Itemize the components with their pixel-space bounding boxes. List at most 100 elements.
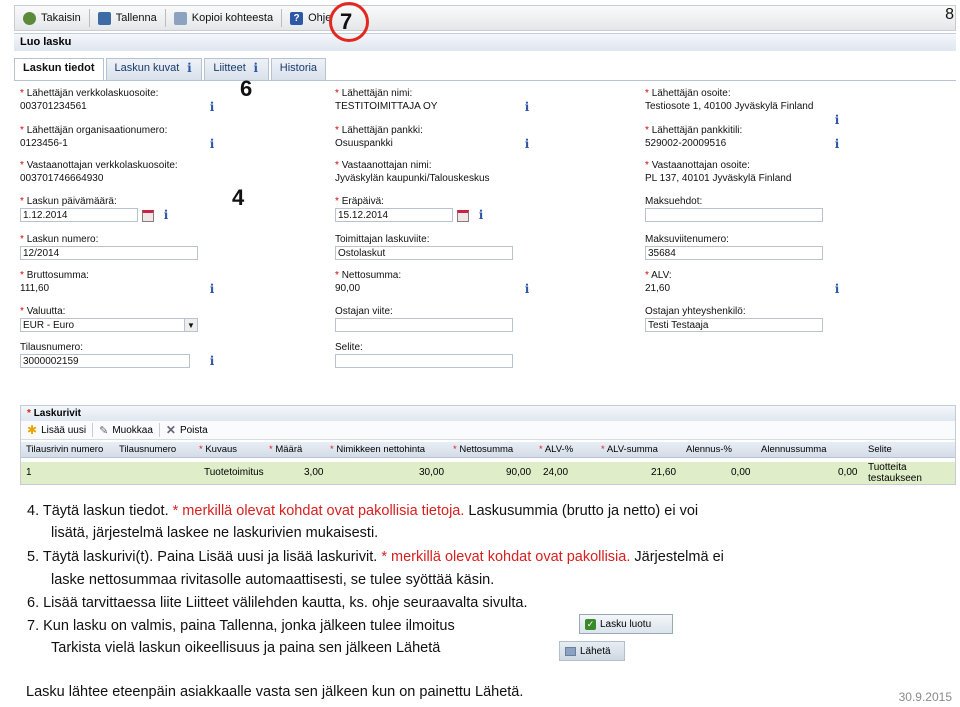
recipient-address-field: * Vastaanottajan osoite: PL 137, 40101 J… [645,160,835,186]
back-button[interactable]: Takaisin [15,7,89,29]
column-header[interactable]: * Määrä [269,444,302,455]
sender-address-value: Testiosote 1, 40100 Jyväskylä Finland [645,101,814,112]
page-number: 8 [945,6,954,23]
info-icon[interactable]: i [833,283,841,295]
tab-history[interactable]: Historia [270,58,327,80]
sender-name-value: TESTITOIMITTAJA OY [335,101,438,112]
delete-row-button[interactable]: ✕ Poista [160,423,214,437]
net-field: * Nettosumma: 90,00 i [335,270,530,296]
copy-from-button[interactable]: Kopioi kohteesta [166,7,281,29]
order-number-field: Tilausnumero: 3000002159 i [20,342,215,368]
calendar-icon[interactable] [142,210,154,222]
instruction-4: 4. Täytä laskun tiedot. * merkillä oleva… [27,503,699,519]
info-icon[interactable]: i [208,355,216,367]
info-icon[interactable]: i [162,209,170,221]
info-icon[interactable]: i [185,62,193,74]
send-button[interactable]: Lähetä [559,641,625,661]
recipient-ovt-value: 003701746664930 [20,173,104,184]
invoice-number-input[interactable]: 12/2014 [20,246,198,260]
invoice-created-notice: ✓ Lasku luotu [579,614,673,634]
info-icon[interactable]: i [252,62,260,74]
due-date-input[interactable]: 15.12.2014 [335,208,453,222]
column-header[interactable]: * Nettosumma [453,444,513,455]
payment-terms-input[interactable] [645,208,823,222]
info-icon[interactable]: i [523,138,531,150]
annotation-6: 6 [240,76,253,101]
currency-select[interactable]: EUR - Euro ▼ [20,318,198,332]
pencil-icon: ✎ [99,424,109,437]
recipient-address-value: PL 137, 40101 Jyväskylä Finland [645,173,792,184]
info-icon[interactable]: i [208,138,216,150]
instruction-5: 5. Täytä laskurivi(t). Paina Lisää uusi … [27,549,724,565]
back-icon [23,11,36,25]
annotation-4: 4 [232,185,245,210]
recipient-name-field: * Vastaanottajan nimi: Jyväskylän kaupun… [335,160,525,186]
add-icon: ✱ [27,423,38,437]
sender-ovt-value: 003701234561 [20,101,87,112]
sender-bank-value: Osuuspankki [335,138,393,149]
buyer-contact-field: Ostajan yhteyshenkilö: Testi Testaaja [645,306,823,332]
column-header[interactable]: Tilausrivin numero [26,444,103,455]
net-value: 90,00 [335,283,361,294]
tab-bar: Laskun tiedot Laskun kuvat i Liitteet i Hi… [14,58,327,81]
invoice-rows-title: * Laskurivit [21,406,955,421]
copy-icon [173,11,187,25]
column-header[interactable]: Selite [868,444,892,455]
column-header[interactable]: * ALV-% [539,444,573,455]
invoice-rows-panel: * Laskurivit ✱ Lisää uusi ✎ Muokkaa ✕ Poist… [20,405,956,485]
buyer-ref-field: Ostajan viite: [335,306,513,332]
sender-bank-field: * Lähettäjän pankki: Osuuspankki i [335,125,530,151]
column-header[interactable]: Alennus-% [686,444,732,455]
column-header[interactable]: * Nimikkeen nettohinta [330,444,425,455]
info-icon[interactable]: i [208,283,216,295]
info-icon[interactable]: i [208,101,216,113]
due-date-field: * Eräpäivä: 15.12.2014 i [335,196,484,222]
instruction-4-cont: lisätä, järjestelmä laskee ne laskurivie… [51,525,379,541]
order-number-input[interactable]: 3000002159 [20,354,190,368]
chevron-down-icon[interactable]: ▼ [184,319,197,331]
column-header[interactable]: * ALV-summa [601,444,658,455]
gross-value: 111,60 [20,283,50,294]
save-button[interactable]: Tallenna [90,7,165,29]
sender-name-field: * Lähettäjän nimi: TESTITOIMITTAJA OY i [335,88,530,114]
info-icon[interactable]: i [523,283,531,295]
vat-field: * ALV: 21,60 i [645,270,840,296]
tab-invoice-details[interactable]: Laskun tiedot [14,58,104,81]
tab-attachments[interactable]: Liitteet i [204,58,269,80]
explanation-input[interactable] [335,354,513,368]
table-row[interactable]: 1 Tuotetoimitus 3,00 30,00 90,00 24,00 2… [21,462,955,484]
invoice-number-field: * Laskun numero: 12/2014 [20,234,198,260]
explanation-field: Selite: [335,342,513,368]
payment-terms-field: Maksuehdot: [645,196,823,222]
supplier-ref-input[interactable]: Ostolaskut [335,246,513,260]
help-icon: ? [290,11,304,25]
buyer-contact-input[interactable]: Testi Testaaja [645,318,823,332]
supplier-ref-field: Toimittajan laskuviite: Ostolaskut [335,234,513,260]
column-header[interactable]: Alennussumma [761,444,826,455]
instruction-6: 6. Lisää tarvittaessa liite Liitteet väl… [27,595,528,611]
info-icon[interactable]: i [833,138,841,150]
sender-account-field: * Lähettäjän pankkitili: 529002-20009516… [645,125,840,151]
instruction-7-cont: Tarkista vielä laskun oikeellisuus ja pa… [51,640,441,656]
recipient-name-value: Jyväskylän kaupunki/Talouskeskus [335,173,490,184]
page-title: Luo lasku [14,33,956,51]
column-header[interactable]: * Kuvaus [199,444,237,455]
sender-org-field: * Lähettäjän organisaationumero: 0123456… [20,125,215,151]
send-icon [565,646,576,656]
gross-field: * Bruttosumma: 111,60 i [20,270,215,296]
save-icon [97,11,111,25]
final-note: Lasku lähtee eteenpäin asiakkaalle vasta… [26,684,524,700]
tab-invoice-images[interactable]: Laskun kuvat i [105,58,203,80]
payment-ref-input[interactable]: 35684 [645,246,823,260]
invoice-date-input[interactable]: 1.12.2014 [20,208,138,222]
buyer-ref-input[interactable] [335,318,513,332]
calendar-icon[interactable] [457,210,469,222]
info-icon[interactable]: i [477,209,485,221]
delete-icon: ✕ [165,423,176,437]
add-row-button[interactable]: ✱ Lisää uusi [21,423,92,437]
vat-value: 21,60 [645,283,671,294]
invoice-rows-toolbar: ✱ Lisää uusi ✎ Muokkaa ✕ Poista [21,421,955,440]
column-header[interactable]: Tilausnumero [119,444,176,455]
edit-row-button[interactable]: ✎ Muokkaa [93,424,159,437]
info-icon[interactable]: i [523,101,531,113]
